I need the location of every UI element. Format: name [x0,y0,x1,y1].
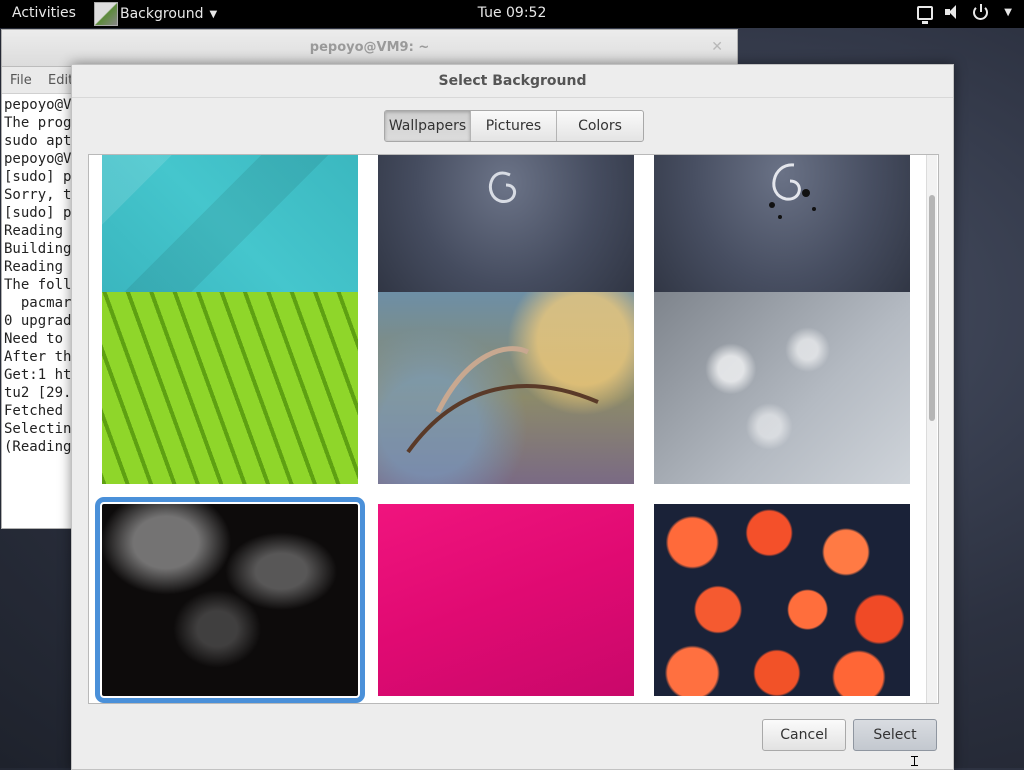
wallpaper-thumbnail[interactable] [102,292,358,484]
select-button[interactable]: Select [853,719,937,751]
grid-scrollbar[interactable] [926,155,937,703]
chevron-down-icon: ▼ [209,8,218,20]
select-background-dialog: Select Background Wallpapers Pictures Co… [71,64,954,770]
network-icon [917,6,934,24]
close-icon[interactable]: ✕ [711,39,723,55]
clock[interactable]: Tue 09:52 [478,5,547,21]
tab-wallpapers[interactable]: Wallpapers [385,111,471,141]
volume-icon [945,4,961,20]
terminal-titlebar[interactable]: pepoyo@VM9: ~ ✕ [2,30,737,67]
top-bar: Activities Background ▼ Tue 09:52 ▼ [0,0,1024,28]
wallpaper-thumbnail[interactable] [378,504,634,696]
system-menu[interactable]: ▼ [917,3,1012,24]
terminal-title: pepoyo@VM9: ~ [309,40,430,55]
wallpaper-grid[interactable]: ✓ [88,154,939,704]
wallpaper-thumbnail[interactable] [654,504,910,696]
chevron-down-icon: ▼ [1004,6,1012,18]
tab-pictures[interactable]: Pictures [471,111,557,141]
app-menu[interactable]: Background ▼ [94,0,217,28]
tab-colors[interactable]: Colors [557,111,643,141]
power-icon [973,3,989,20]
text-cursor-icon [911,756,918,766]
background-app-icon [94,2,118,26]
menu-edit[interactable]: Edit [48,73,73,88]
wallpaper-thumbnail[interactable] [378,292,634,484]
wallpaper-thumbnail[interactable] [654,292,910,484]
activities-button[interactable]: Activities [12,5,76,21]
grass-stalk-icon [406,346,599,454]
wallpaper-thumbnail[interactable] [95,497,365,703]
source-tabs: Wallpapers Pictures Colors [384,110,644,142]
scrollbar-thumb[interactable] [929,195,935,421]
app-menu-label: Background [120,6,204,22]
dialog-title: Select Background [72,65,953,98]
menu-file[interactable]: File [10,73,32,88]
cancel-button[interactable]: Cancel [762,719,846,751]
